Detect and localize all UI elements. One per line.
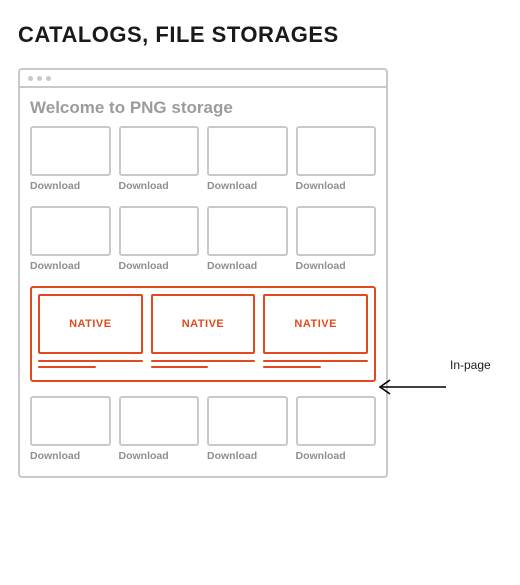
- file-card: Download: [119, 206, 200, 272]
- thumbnail-placeholder: [207, 206, 288, 256]
- file-card: Download: [30, 396, 111, 462]
- diagram-stage: Welcome to PNG storage Download Download…: [18, 68, 502, 478]
- file-card: Download: [30, 206, 111, 272]
- file-card: Download: [119, 126, 200, 192]
- annotation: In-page: [376, 372, 516, 402]
- file-card: Download: [296, 126, 377, 192]
- download-link[interactable]: Download: [296, 450, 377, 462]
- thumbnail-placeholder: [119, 206, 200, 256]
- browser-window: Welcome to PNG storage Download Download…: [18, 68, 388, 478]
- card-row: Download Download Download Download: [30, 126, 376, 192]
- download-link[interactable]: Download: [296, 180, 377, 192]
- download-link[interactable]: Download: [207, 450, 288, 462]
- native-text-lines: [151, 360, 256, 368]
- thumbnail-placeholder: [296, 206, 377, 256]
- download-link[interactable]: Download: [296, 260, 377, 272]
- native-ad-card: NATIVE: [151, 294, 256, 372]
- native-ad-box[interactable]: NATIVE: [263, 294, 368, 354]
- thumbnail-placeholder: [207, 396, 288, 446]
- page-body: Welcome to PNG storage Download Download…: [20, 88, 386, 476]
- text-line-placeholder: [263, 366, 321, 368]
- download-link[interactable]: Download: [119, 450, 200, 462]
- download-link[interactable]: Download: [30, 450, 111, 462]
- browser-chrome: [20, 70, 386, 88]
- download-link[interactable]: Download: [119, 180, 200, 192]
- download-link[interactable]: Download: [207, 260, 288, 272]
- file-card: Download: [119, 396, 200, 462]
- file-card: Download: [296, 396, 377, 462]
- native-ad-box[interactable]: NATIVE: [38, 294, 143, 354]
- native-ad-group: NATIVE NATIVE NATIVE: [30, 286, 376, 382]
- annotation-label: In-page: [450, 358, 491, 372]
- file-card: Download: [296, 206, 377, 272]
- traffic-light-icon: [46, 76, 51, 81]
- traffic-light-icon: [37, 76, 42, 81]
- download-link[interactable]: Download: [207, 180, 288, 192]
- file-card: Download: [30, 126, 111, 192]
- thumbnail-placeholder: [207, 126, 288, 176]
- card-row: Download Download Download Download: [30, 396, 376, 462]
- section-heading: CATALOGS, FILE STORAGES: [18, 22, 502, 48]
- page-title: Welcome to PNG storage: [30, 98, 376, 118]
- traffic-light-icon: [28, 76, 33, 81]
- thumbnail-placeholder: [30, 396, 111, 446]
- thumbnail-placeholder: [119, 396, 200, 446]
- native-text-lines: [263, 360, 368, 368]
- text-line-placeholder: [263, 360, 368, 362]
- text-line-placeholder: [151, 366, 209, 368]
- file-card: Download: [207, 206, 288, 272]
- file-card: Download: [207, 396, 288, 462]
- native-ad-card: NATIVE: [263, 294, 368, 372]
- download-link[interactable]: Download: [30, 180, 111, 192]
- arrow-left-icon: [376, 372, 516, 402]
- thumbnail-placeholder: [30, 126, 111, 176]
- native-text-lines: [38, 360, 143, 368]
- thumbnail-placeholder: [296, 396, 377, 446]
- text-line-placeholder: [151, 360, 256, 362]
- download-link[interactable]: Download: [119, 260, 200, 272]
- text-line-placeholder: [38, 360, 143, 362]
- card-row: Download Download Download Download: [30, 206, 376, 272]
- thumbnail-placeholder: [296, 126, 377, 176]
- thumbnail-placeholder: [30, 206, 111, 256]
- download-link[interactable]: Download: [30, 260, 111, 272]
- thumbnail-placeholder: [119, 126, 200, 176]
- file-card: Download: [207, 126, 288, 192]
- native-ad-card: NATIVE: [38, 294, 143, 372]
- text-line-placeholder: [38, 366, 96, 368]
- native-ad-box[interactable]: NATIVE: [151, 294, 256, 354]
